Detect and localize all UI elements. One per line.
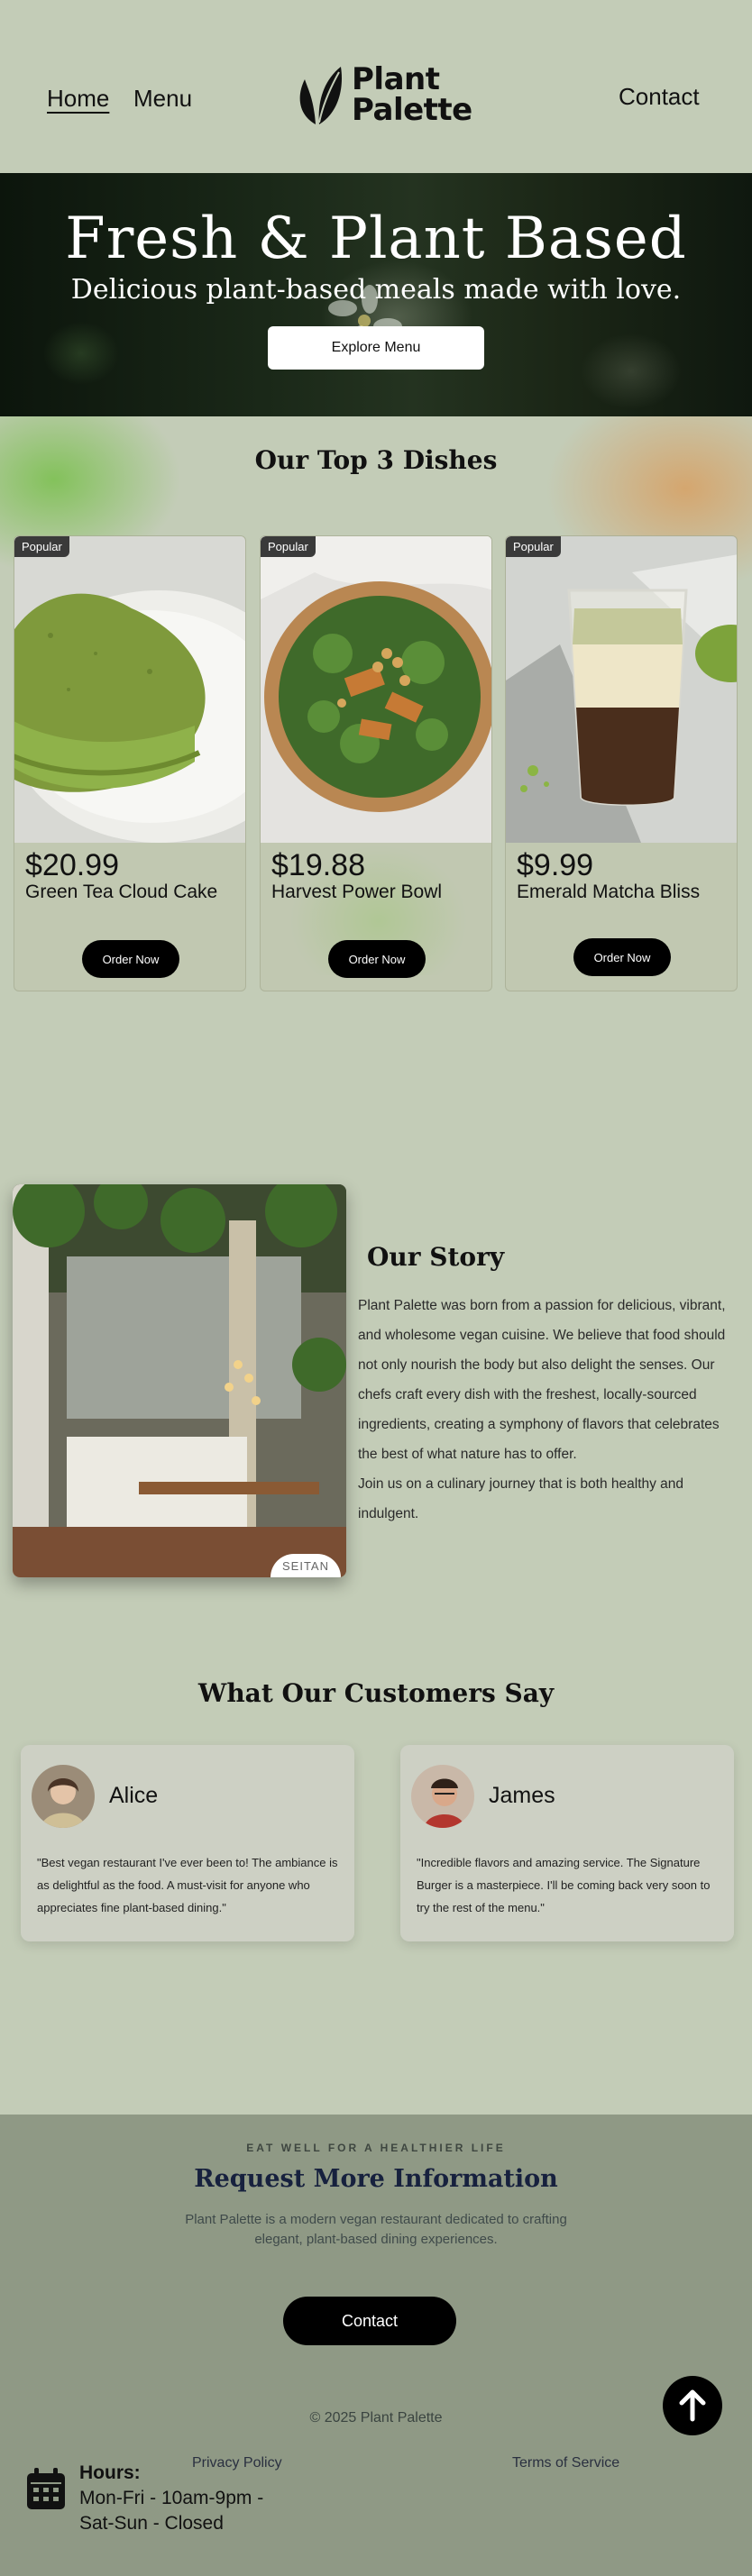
explore-menu-button[interactable]: Explore Menu: [268, 326, 484, 370]
logo-text: Plant Palette: [352, 64, 472, 125]
logo[interactable]: Plant Palette: [294, 63, 472, 126]
dish-name: Green Tea Cloud Cake: [25, 882, 218, 902]
nav-home-link[interactable]: Home: [47, 85, 109, 113]
story-text: Plant Palette was born from a passion fo…: [358, 1291, 735, 1529]
leaf-icon: [299, 67, 342, 124]
site-footer: EAT WELL FOR A HEALTHIER LIFE Request Mo…: [0, 2115, 752, 2576]
contact-button[interactable]: Contact: [283, 2297, 456, 2345]
story-paragraph: Join us on a culinary journey that is bo…: [358, 1476, 684, 1521]
dish-name: Harvest Power Bowl: [271, 882, 443, 902]
footer-title: Request More Information: [194, 2165, 558, 2193]
testimonial-quote: "Best vegan restaurant I've ever been to…: [37, 1856, 338, 1914]
popular-badge: Popular: [14, 536, 69, 557]
copyright: © 2025 Plant Palette: [309, 2410, 443, 2425]
testimonial-card: Alice "Best vegan restaurant I've ever b…: [21, 1745, 354, 1941]
calendar-icon: [27, 2468, 65, 2509]
testimonial-quote: "Incredible flavors and amazing service.…: [417, 1856, 711, 1914]
dish-image-cake: [14, 536, 245, 843]
logo-line2: Palette: [352, 92, 472, 128]
hours-weekday: Mon-Fri - 10am-9pm -: [79, 2488, 264, 2508]
dish-image-matcha: [506, 536, 737, 843]
site-header: Home Menu Plant Palette Contact: [0, 0, 752, 173]
story-title: Our Story: [367, 1242, 505, 1272]
dish-card: Popular $19.88 Harvest Power Bowl Order …: [260, 535, 492, 991]
customer-name: James: [489, 1783, 555, 1808]
hours-weekend: Sat-Sun - Closed: [79, 2513, 224, 2534]
avatar: [32, 1765, 95, 1828]
opening-hours: Hours: Mon-Fri - 10am-9pm - Sat-Sun - Cl…: [79, 2461, 263, 2536]
dish-price: $19.88: [271, 848, 365, 882]
scroll-to-top-button[interactable]: [663, 2376, 722, 2435]
order-now-button[interactable]: Order Now: [82, 940, 179, 978]
arrow-up-icon: [679, 2389, 706, 2422]
hours-label: Hours:: [79, 2462, 141, 2483]
popular-badge: Popular: [506, 536, 561, 557]
nav-contact-link[interactable]: Contact: [619, 83, 700, 111]
dish-price: $9.99: [517, 848, 594, 882]
restaurant-interior-image: SEITAN: [13, 1184, 346, 1577]
avatar: [411, 1765, 474, 1828]
hero-subtitle: Delicious plant-based meals made with lo…: [70, 274, 682, 306]
dish-name: Emerald Matcha Bliss: [517, 882, 701, 902]
order-now-button[interactable]: Order Now: [573, 938, 671, 976]
terms-of-service-link[interactable]: Terms of Service: [512, 2455, 619, 2471]
popular-badge: Popular: [261, 536, 316, 557]
image-badge: SEITAN: [271, 1554, 341, 1577]
nav-menu-link[interactable]: Menu: [133, 85, 192, 113]
testimonials-title: What Our Customers Say: [197, 1678, 555, 1708]
logo-line1: Plant: [352, 61, 440, 97]
testimonial-card: James "Incredible flavors and amazing se…: [400, 1745, 734, 1941]
hero-banner: Fresh & Plant Based Delicious plant-base…: [0, 173, 752, 416]
footer-eyebrow: EAT WELL FOR A HEALTHIER LIFE: [246, 2142, 506, 2154]
hero-title: Fresh & Plant Based: [65, 206, 687, 272]
footer-description: Plant Palette is a modern vegan restaura…: [185, 2212, 567, 2247]
dish-image-bowl: [261, 536, 491, 843]
story-paragraph: Plant Palette was born from a passion fo…: [358, 1298, 726, 1462]
dishes-section-title: Our Top 3 Dishes: [254, 445, 498, 475]
dish-card: Popular $9.99 Emerald Matcha Bliss Order…: [505, 535, 738, 991]
dish-price: $20.99: [25, 848, 119, 882]
order-now-button[interactable]: Order Now: [328, 940, 426, 978]
dish-card: Popular $20.99 Green Tea Cloud Cake Orde…: [14, 535, 246, 991]
customer-name: Alice: [109, 1783, 159, 1808]
